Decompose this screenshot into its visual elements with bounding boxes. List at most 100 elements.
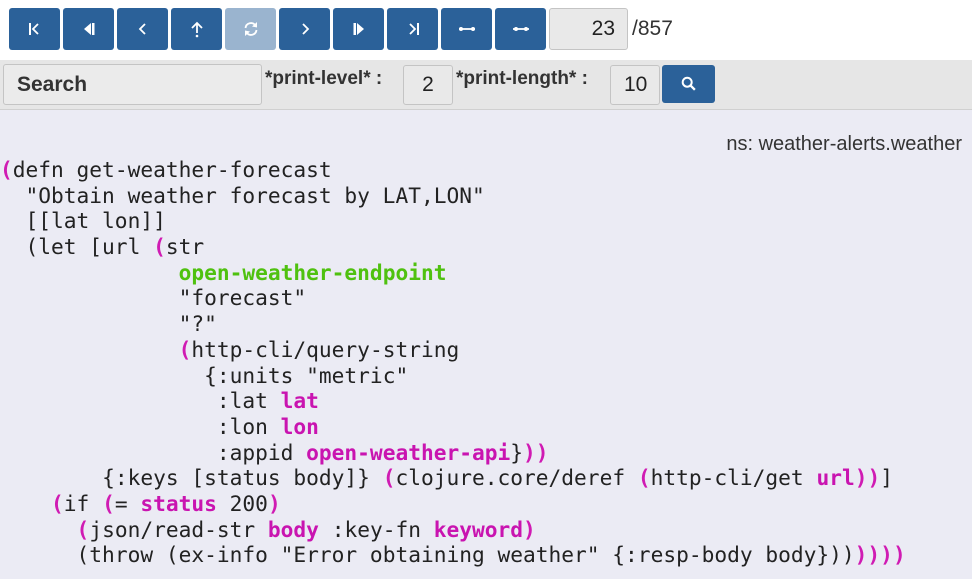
code-line: "?" xyxy=(0,311,972,337)
current-step-input[interactable]: 23 xyxy=(549,8,628,50)
code-token: = xyxy=(114,490,141,516)
code-token-highlighted: lon xyxy=(280,413,319,439)
code-token-highlighted: ) xyxy=(267,490,281,516)
step-over-button[interactable] xyxy=(333,8,384,50)
arrow-up-icon xyxy=(190,21,203,38)
code-line: :appid open-weather-api})) xyxy=(0,440,972,466)
print-level-label: *print-level* : xyxy=(265,68,383,89)
code-token: (let [url xyxy=(25,234,154,260)
code-token-highlighted: keyword xyxy=(433,516,524,542)
first-step-button[interactable] xyxy=(9,8,60,50)
search-bar: Search *print-level* : 2 *print-length* … xyxy=(0,60,972,110)
print-length-input[interactable]: 10 xyxy=(610,65,660,105)
code-token-highlighted: ( xyxy=(382,465,396,491)
code-token: [[lat lon]] xyxy=(25,208,166,234)
code-token-highlighted: ( xyxy=(153,234,166,260)
code-token-highlighted: body xyxy=(267,516,319,542)
namespace-label: ns: weather-alerts.weather xyxy=(726,133,962,155)
code-token: if xyxy=(63,490,103,516)
print-level-input[interactable]: 2 xyxy=(403,65,453,105)
code-token: http-cli/query-string xyxy=(191,336,460,362)
chevron-left-icon xyxy=(138,23,146,35)
step-out-button[interactable] xyxy=(171,8,222,50)
search-icon xyxy=(681,76,696,91)
code-line: open-weather-endpoint xyxy=(0,260,972,286)
code-line: (let [url (str xyxy=(0,234,972,260)
total-steps-label: /857 xyxy=(632,17,673,40)
expand-button[interactable] xyxy=(495,8,546,50)
code-line: {:units "metric" xyxy=(0,363,972,389)
code-token: :lon xyxy=(216,413,281,439)
code-token-highlighted: )) xyxy=(854,465,881,491)
chevron-right-icon xyxy=(301,23,309,35)
collapse-horizontal-icon xyxy=(458,27,475,31)
debugger-toolbar: 23 /857 xyxy=(0,0,972,60)
code-token-highlighted: status xyxy=(140,490,217,516)
prev-button[interactable] xyxy=(117,8,168,50)
code-token: :lat xyxy=(216,388,281,414)
code-token-highlighted: ( xyxy=(178,336,192,362)
last-step-button[interactable] xyxy=(387,8,438,50)
skip-to-first-icon xyxy=(28,23,39,35)
code-line: :lon lon xyxy=(0,414,972,440)
code-token-highlighted: url xyxy=(816,465,855,491)
code-token: (throw (ex-info "Error obtaining weather… xyxy=(76,542,855,568)
code-line: [[lat lon]] xyxy=(0,208,972,234)
code-token-highlighted: ( xyxy=(102,490,115,516)
code-token-highlighted: ( xyxy=(637,465,651,491)
code-line: :lat lat xyxy=(0,388,972,414)
code-block: (defn get-weather-forecast "Obtain weath… xyxy=(0,157,972,568)
code-token: json/read-str xyxy=(89,516,268,542)
code-view: ns: weather-alerts.weather (defn get-wea… xyxy=(0,121,972,579)
code-token: "forecast" xyxy=(178,285,307,311)
code-token: 200 xyxy=(216,490,268,516)
code-token-highlighted: ) xyxy=(523,516,536,542)
code-token-highlighted: )))) xyxy=(854,542,906,568)
code-token: ] xyxy=(880,465,893,491)
prev-step-back-button[interactable] xyxy=(63,8,114,50)
step-back-icon xyxy=(83,23,94,35)
print-length-label: *print-length* : xyxy=(456,68,588,89)
code-line: (http-cli/query-string xyxy=(0,337,972,363)
code-token: {:units "metric" xyxy=(204,362,409,388)
code-token-highlighted: ( xyxy=(76,516,90,542)
code-token-highlighted: ( xyxy=(0,157,13,182)
code-token: defn get-weather-forecast xyxy=(12,157,332,182)
code-token: clojure.core/deref xyxy=(395,465,638,491)
code-token: :appid xyxy=(216,439,307,465)
code-token: http-cli/get xyxy=(650,465,817,491)
search-button[interactable] xyxy=(662,65,715,103)
skip-to-last-icon xyxy=(408,23,419,35)
search-input[interactable]: Search xyxy=(3,64,262,105)
code-line: (if (= status 200) xyxy=(0,491,972,517)
code-line: {:keys [status body]} (clojure.core/dere… xyxy=(0,465,972,491)
code-line: "forecast" xyxy=(0,285,972,311)
next-button[interactable] xyxy=(279,8,330,50)
code-token-highlighted: ( xyxy=(51,490,64,516)
code-token: } xyxy=(510,439,524,465)
code-line: (defn get-weather-forecast xyxy=(0,157,972,183)
expand-horizontal-icon xyxy=(512,27,529,31)
code-token: :key-fn xyxy=(318,516,434,542)
code-token: "Obtain weather forecast by LAT,LON" xyxy=(25,182,485,208)
step-forward-icon xyxy=(353,23,364,35)
code-line: (throw (ex-info "Error obtaining weather… xyxy=(0,542,972,568)
code-token: "?" xyxy=(178,311,217,337)
code-line: (json/read-str body :key-fn keyword) xyxy=(0,517,972,543)
collapse-button[interactable] xyxy=(441,8,492,50)
code-token-highlighted: )) xyxy=(523,439,549,465)
code-token-highlighted: open-weather-api xyxy=(306,439,511,465)
reload-button[interactable] xyxy=(225,8,276,50)
